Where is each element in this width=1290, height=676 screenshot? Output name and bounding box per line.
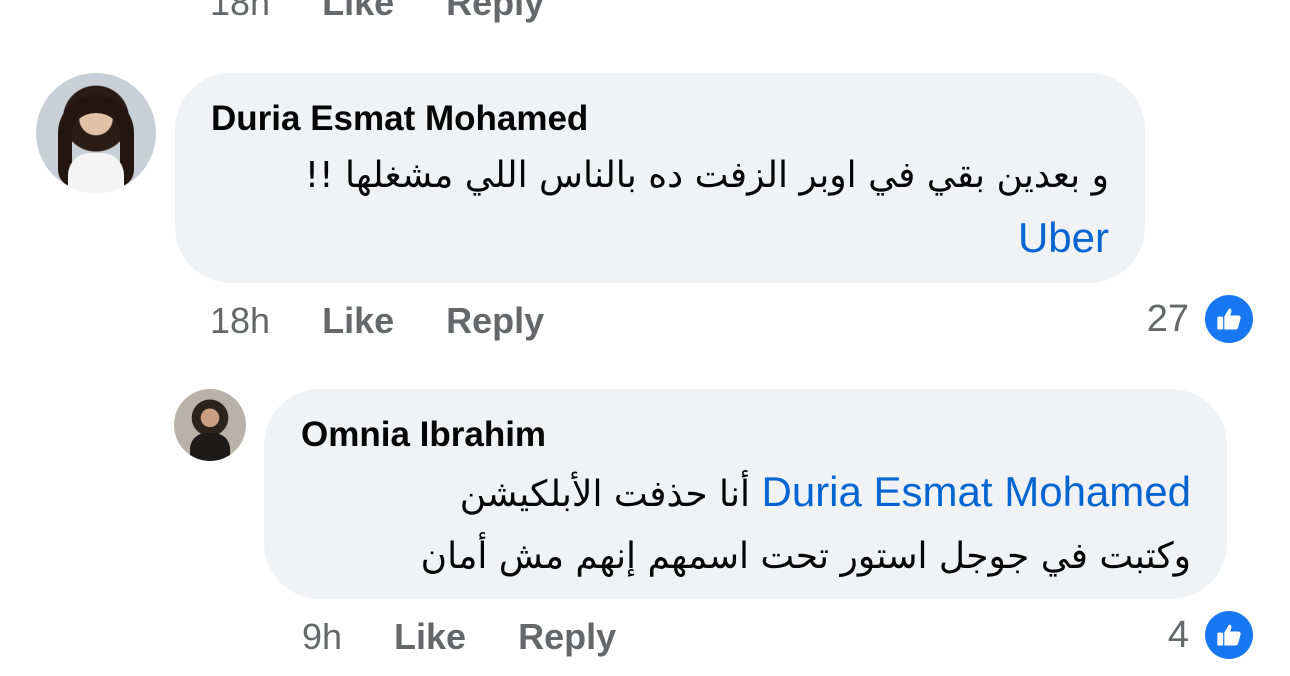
reaction-summary[interactable]: 4	[1168, 611, 1253, 659]
comment-text-line: و بعدين بقي في اوبر الزفت ده بالناس اللي…	[304, 155, 1109, 196]
comment-timestamp[interactable]: 9h	[302, 616, 342, 658]
mention-link[interactable]: Uber	[1018, 214, 1109, 261]
comment-author[interactable]: Duria Esmat Mohamed	[211, 99, 588, 139]
reaction-count: 4	[1167, 613, 1189, 656]
previous-comment-actions: 18h Like Reply	[210, 0, 544, 24]
comment-bubble: Duria Esmat Mohamed و بعدين بقي في اوبر …	[175, 73, 1145, 283]
comment-bubble: Omnia Ibrahim Duria Esmat Mohamed أنا حذ…	[264, 389, 1227, 599]
comment-actions: 18h Like Reply	[210, 300, 596, 342]
avatar[interactable]	[36, 73, 156, 193]
reaction-count: 27	[1146, 297, 1189, 340]
comment-text: Duria Esmat Mohamed أنا حذفت الأبلكيشن و…	[421, 461, 1191, 588]
mention-link[interactable]: Duria Esmat Mohamed	[762, 468, 1192, 515]
like-button[interactable]: Like	[394, 616, 466, 658]
thumbs-up-icon	[1205, 611, 1253, 659]
reaction-summary[interactable]: 27	[1147, 295, 1253, 343]
reply-button[interactable]: Reply	[518, 616, 616, 658]
comment-thread: 18h Like Reply Duria Esmat Mohamed و بعد…	[0, 0, 1290, 676]
avatar[interactable]	[174, 389, 246, 461]
like-button[interactable]: Like	[322, 300, 394, 342]
reply-button[interactable]: Reply	[446, 300, 544, 342]
comment-text-line: وكتبت في جوجل استور تحت اسمهم إنهم مش أم…	[420, 536, 1191, 577]
comment-timestamp[interactable]: 18h	[210, 300, 270, 342]
comment-author[interactable]: Omnia Ibrahim	[301, 415, 546, 455]
avatar-body	[68, 153, 124, 193]
thumbs-up-icon	[1205, 295, 1253, 343]
comment-actions: 9h Like Reply	[302, 616, 668, 658]
reply-button[interactable]: Reply	[446, 0, 544, 24]
like-button[interactable]: Like	[322, 0, 394, 24]
comment-text: و بعدين بقي في اوبر الزفت ده بالناس اللي…	[305, 145, 1109, 272]
comment-text-line: أنا حذفت الأبلكيشن	[459, 474, 751, 515]
avatar-body	[190, 433, 230, 461]
comment-timestamp[interactable]: 18h	[210, 0, 270, 24]
